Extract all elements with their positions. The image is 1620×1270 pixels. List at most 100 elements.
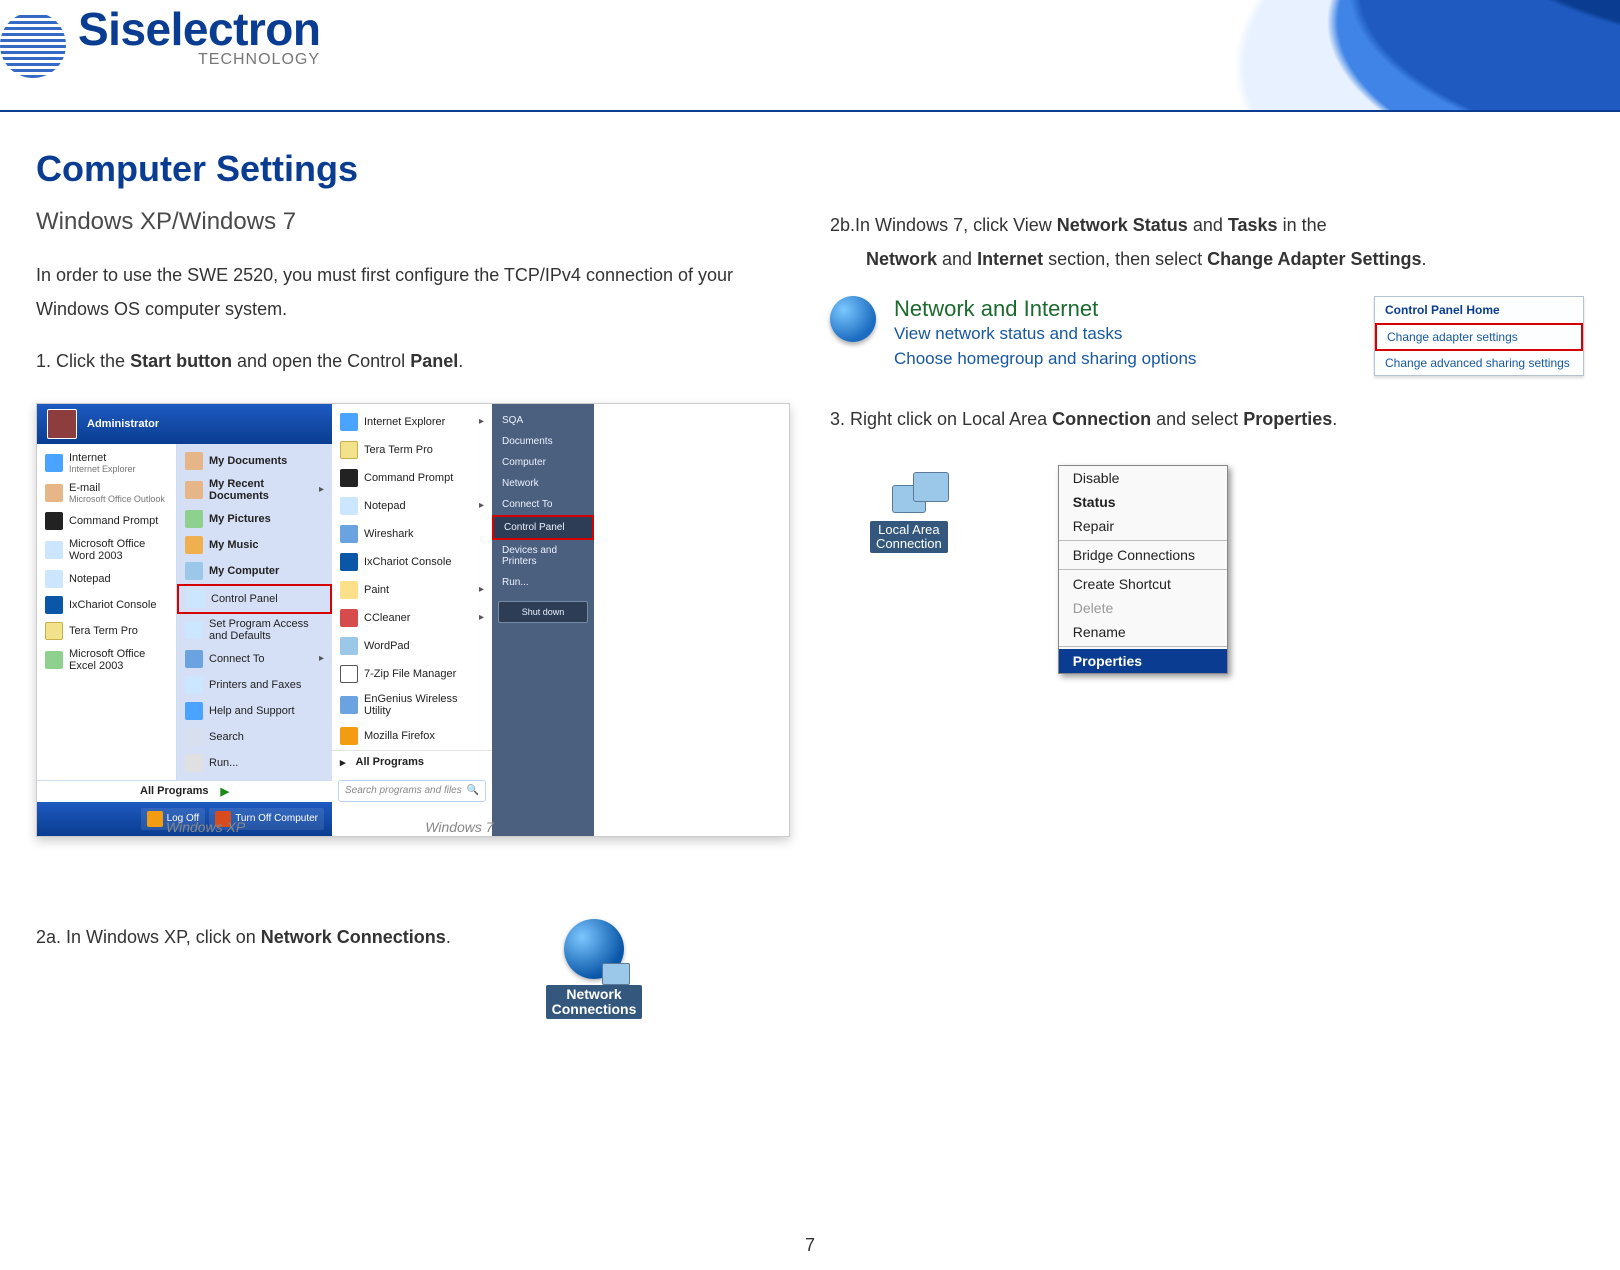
xp-place-item[interactable]: Help and Support xyxy=(177,698,332,724)
context-menu-item[interactable]: Status xyxy=(1059,490,1227,514)
network-internet-heading[interactable]: Network and Internet xyxy=(894,296,1196,322)
app-icon xyxy=(45,541,63,559)
win7-app-item[interactable]: Command Prompt xyxy=(332,464,492,492)
xp-place-item[interactable]: My Pictures xyxy=(177,506,332,532)
xp-control-panel-item[interactable]: Control Panel xyxy=(177,584,332,614)
xp-place-label: My Music xyxy=(209,539,259,551)
win7-app-item[interactable]: Notepad xyxy=(332,492,492,520)
win7-app-item[interactable]: Wireshark xyxy=(332,520,492,548)
win7-app-label: CCleaner xyxy=(364,612,410,624)
win7-side-item[interactable]: Computer xyxy=(492,452,594,473)
xp-place-item[interactable]: Search xyxy=(177,724,332,750)
xp-place-item[interactable]: My Computer xyxy=(177,558,332,584)
app-icon xyxy=(45,651,63,669)
context-menu-item: Delete xyxy=(1059,596,1227,620)
context-menu-item[interactable]: Repair xyxy=(1059,514,1227,538)
xp-place-item[interactable]: My Recent Documents xyxy=(177,474,332,506)
win7-app-label: Wireshark xyxy=(364,528,414,540)
step-2b: 2b.In Windows 7, click View Network Stat… xyxy=(830,208,1584,276)
local-area-connection-icon[interactable]: Local AreaConnection xyxy=(870,485,948,554)
context-menu-item[interactable]: Rename xyxy=(1059,620,1227,644)
xp-app-item[interactable]: InternetInternet Explorer xyxy=(37,448,176,478)
network-connections-icon[interactable]: NetworkConnections xyxy=(546,919,642,1020)
network-internet-row: Network and Internet View network status… xyxy=(830,296,1584,376)
context-menu-item[interactable]: Disable xyxy=(1059,466,1227,490)
app-icon xyxy=(45,484,63,502)
advanced-sharing-link[interactable]: Change advanced sharing settings xyxy=(1375,351,1583,375)
win7-all-programs[interactable]: ▸ All Programs xyxy=(332,750,492,774)
right-column: 2b.In Windows 7, click View Network Stat… xyxy=(830,208,1584,1019)
place-icon xyxy=(185,754,203,772)
win7-app-label: Mozilla Firefox xyxy=(364,730,435,742)
place-icon xyxy=(187,590,205,608)
app-icon xyxy=(340,413,358,431)
win7-app-item[interactable]: IxChariot Console xyxy=(332,548,492,576)
xp-place-label: Connect To xyxy=(209,653,264,665)
intro-text: In order to use the SWE 2520, you must f… xyxy=(36,258,790,326)
user-avatar-icon xyxy=(47,409,77,439)
xp-place-label: Printers and Faxes xyxy=(209,679,301,691)
win7-side-item[interactable]: SQA xyxy=(492,410,594,431)
context-menu-item[interactable]: Bridge Connections xyxy=(1059,543,1227,567)
xp-place-item[interactable]: Run... xyxy=(177,750,332,776)
xp-app-item[interactable]: Microsoft Office Excel 2003 xyxy=(37,644,176,676)
xp-place-item[interactable]: Set Program Access and Defaults xyxy=(177,614,332,646)
xp-app-item[interactable]: Command Prompt xyxy=(37,508,176,534)
win7-shutdown-button[interactable]: Shut down xyxy=(498,601,588,623)
context-menu-item[interactable]: Create Shortcut xyxy=(1059,572,1227,596)
win7-app-item[interactable]: Paint xyxy=(332,576,492,604)
place-icon xyxy=(185,536,203,554)
xp-app-label: IxChariot Console xyxy=(69,599,156,611)
win7-app-item[interactable]: 7-Zip File Manager xyxy=(332,660,492,688)
win7-app-item[interactable]: Tera Term Pro xyxy=(332,436,492,464)
xp-app-item[interactable]: Notepad xyxy=(37,566,176,592)
xp-place-item[interactable]: My Documents xyxy=(177,448,332,474)
xp-place-item[interactable]: Connect To xyxy=(177,646,332,672)
network-internet-icon xyxy=(830,296,876,342)
play-icon: ▶ xyxy=(221,785,229,798)
xp-all-programs[interactable]: All Programs xyxy=(140,785,208,797)
xp-app-item[interactable]: IxChariot Console xyxy=(37,592,176,618)
context-properties[interactable]: Properties xyxy=(1059,649,1227,673)
win7-side-item[interactable]: Network xyxy=(492,473,594,494)
app-icon xyxy=(45,454,63,472)
win7-start-menu: Internet Explorer Tera Term Pro Command … xyxy=(332,404,594,836)
win7-side-item[interactable]: Run... xyxy=(492,572,594,593)
change-adapter-link[interactable]: Change adapter settings xyxy=(1375,323,1583,351)
win7-app-item[interactable]: EnGenius Wireless Utility xyxy=(332,688,492,722)
xp-place-label: Search xyxy=(209,731,244,743)
win7-control-panel-item[interactable]: Control Panel xyxy=(492,515,594,540)
place-icon xyxy=(185,452,203,470)
logoff-icon xyxy=(147,811,163,827)
chevron-right-icon: ▸ xyxy=(340,756,346,769)
win7-side-item[interactable]: Devices and Printers xyxy=(492,540,594,572)
homegroup-link[interactable]: Choose homegroup and sharing options xyxy=(894,347,1196,372)
start-menu-screenshots: Administrator InternetInternet Explorer … xyxy=(36,403,790,837)
globe-monitor-icon xyxy=(564,919,624,979)
step-2a: 2a. In Windows XP, click on Network Conn… xyxy=(36,927,790,948)
app-icon xyxy=(340,553,358,571)
xp-place-label: My Computer xyxy=(209,565,279,577)
win7-app-item[interactable]: Mozilla Firefox xyxy=(332,722,492,750)
win7-side-item[interactable]: Connect To xyxy=(492,494,594,515)
cp-home[interactable]: Control Panel Home xyxy=(1375,297,1583,323)
xp-app-item[interactable]: Tera Term Pro xyxy=(37,618,176,644)
xp-place-label: My Recent Documents xyxy=(209,478,313,502)
xp-user-name: Administrator xyxy=(87,418,159,430)
place-icon xyxy=(185,702,203,720)
xp-app-item[interactable]: E-mailMicrosoft Office Outlook xyxy=(37,478,176,508)
xp-place-item[interactable]: Printers and Faxes xyxy=(177,672,332,698)
view-status-link[interactable]: View network status and tasks xyxy=(894,322,1196,347)
win7-app-label: Internet Explorer xyxy=(364,416,445,428)
win7-search-input[interactable]: Search programs and files 🔍 xyxy=(338,780,486,802)
xp-place-item[interactable]: My Music xyxy=(177,532,332,558)
xp-app-item[interactable]: Microsoft Office Word 2003 xyxy=(37,534,176,566)
context-menu: DisableStatusRepair Bridge Connections Cre… xyxy=(1058,465,1228,674)
win7-side-item[interactable]: Documents xyxy=(492,431,594,452)
win7-app-item[interactable]: WordPad xyxy=(332,632,492,660)
win7-app-item[interactable]: CCleaner xyxy=(332,604,492,632)
win7-app-item[interactable]: Internet Explorer xyxy=(332,408,492,436)
place-icon xyxy=(185,650,203,668)
xp-app-label: E-mail xyxy=(69,482,100,494)
place-icon xyxy=(185,481,203,499)
